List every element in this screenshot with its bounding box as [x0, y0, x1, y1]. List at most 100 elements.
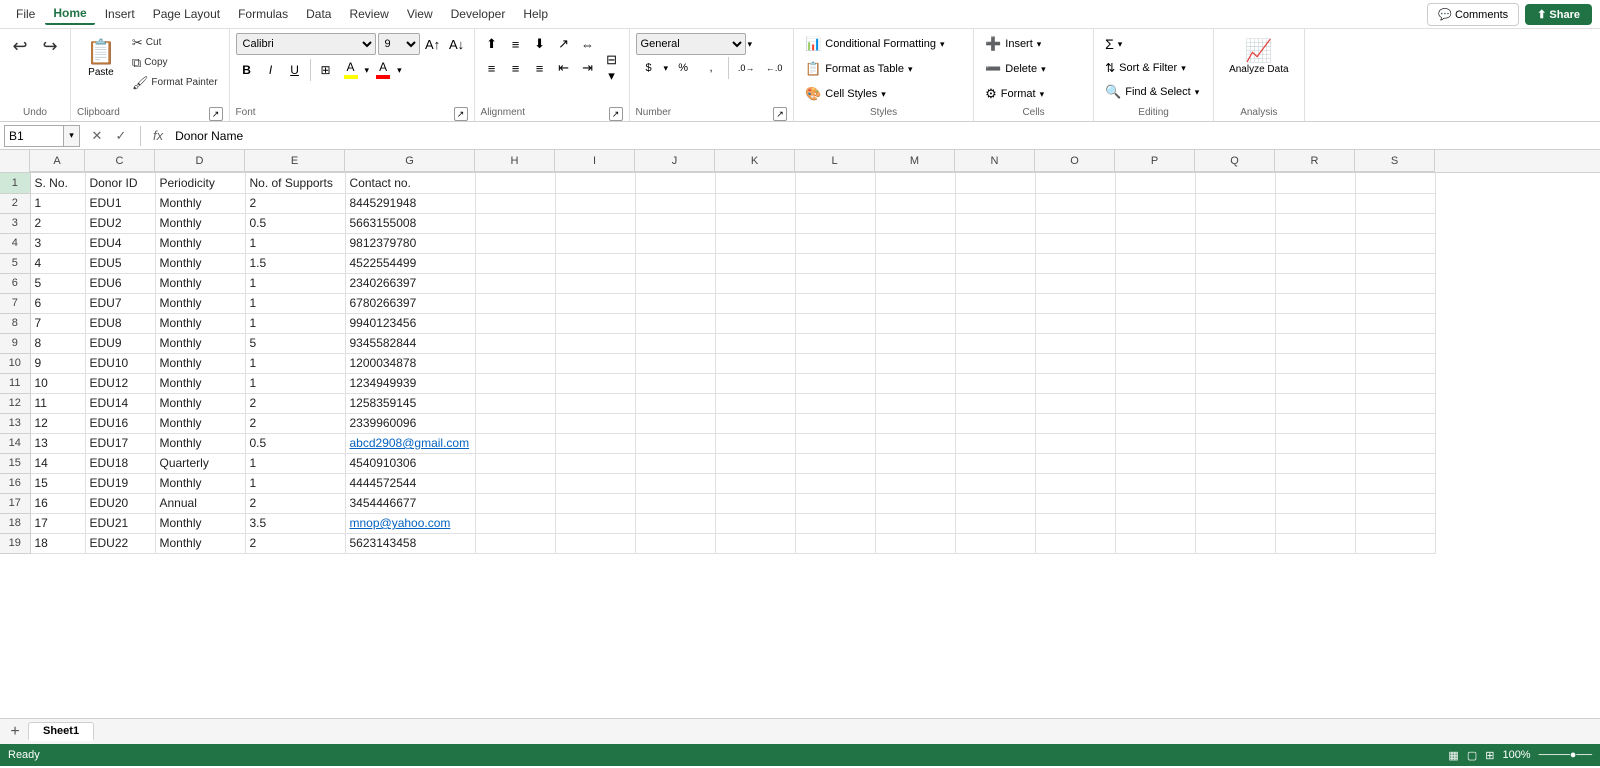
cut-button[interactable]: ✂ Cut [127, 33, 223, 52]
cell-C8[interactable]: EDU8 [85, 313, 155, 333]
cell-D18[interactable]: Monthly [155, 513, 245, 533]
cell-G10[interactable]: 1200034878 [345, 353, 475, 373]
col-header-m[interactable]: M [875, 150, 955, 172]
cell-G4[interactable]: 9812379780 [345, 233, 475, 253]
cell-A17[interactable]: 16 [30, 493, 85, 513]
cell-G19[interactable]: 5623143458 [345, 533, 475, 553]
status-view-normal[interactable]: ▦ [1448, 749, 1458, 762]
empty-cell[interactable] [875, 193, 955, 213]
menu-item-insert[interactable]: Insert [97, 4, 143, 24]
add-sheet-button[interactable]: + [4, 721, 26, 743]
format-as-table-button[interactable]: 📋 Format as Table ▾ [800, 58, 917, 80]
empty-cell[interactable] [1195, 533, 1275, 553]
cell-G18[interactable]: mnop@yahoo.com [345, 513, 475, 533]
font-expand-button[interactable]: ↗ [454, 107, 468, 121]
empty-cell[interactable] [1195, 293, 1275, 313]
cell-ref-dropdown[interactable]: ▾ [64, 125, 80, 147]
empty-cell[interactable] [1195, 393, 1275, 413]
find-select-button[interactable]: 🔍 Find & Select ▾ [1100, 81, 1204, 103]
empty-cell[interactable] [1035, 193, 1115, 213]
empty-cell[interactable] [1275, 493, 1355, 513]
empty-cell[interactable] [875, 253, 955, 273]
empty-cell[interactable] [1035, 453, 1115, 473]
empty-cell[interactable] [715, 253, 795, 273]
empty-cell[interactable] [715, 393, 795, 413]
empty-cell[interactable] [875, 513, 955, 533]
insert-dropdown[interactable]: ▾ [1037, 39, 1042, 50]
menu-item-page-layout[interactable]: Page Layout [145, 4, 228, 24]
cell-D6[interactable]: Monthly [155, 273, 245, 293]
header-cell-E[interactable]: No. of Supports [245, 173, 345, 193]
empty-cell[interactable] [555, 453, 635, 473]
empty-cell[interactable] [1275, 293, 1355, 313]
empty-cell[interactable] [875, 313, 955, 333]
empty-cell[interactable] [1195, 473, 1275, 493]
cell-G7[interactable]: 6780266397 [345, 293, 475, 313]
delete-button[interactable]: ➖ Delete ▾ [980, 58, 1051, 80]
cell-E3[interactable]: 0.5 [245, 213, 345, 233]
empty-cell[interactable] [715, 293, 795, 313]
share-button[interactable]: ⬆ Share [1525, 4, 1592, 25]
empty-cell[interactable] [1115, 233, 1195, 253]
empty-header-cell[interactable] [795, 173, 875, 193]
empty-cell[interactable] [715, 373, 795, 393]
empty-cell[interactable] [875, 293, 955, 313]
empty-cell[interactable] [875, 273, 955, 293]
empty-cell[interactable] [635, 393, 715, 413]
empty-cell[interactable] [555, 313, 635, 333]
empty-cell[interactable] [955, 293, 1035, 313]
empty-cell[interactable] [715, 453, 795, 473]
cancel-formula-button[interactable]: ✕ [86, 125, 108, 147]
dollar-dropdown[interactable]: ▾ [664, 63, 669, 74]
empty-cell[interactable] [1115, 413, 1195, 433]
empty-header-cell[interactable] [1195, 173, 1275, 193]
empty-cell[interactable] [1115, 433, 1195, 453]
empty-cell[interactable] [715, 473, 795, 493]
empty-cell[interactable] [1115, 273, 1195, 293]
empty-cell[interactable] [475, 453, 555, 473]
empty-cell[interactable] [1035, 233, 1115, 253]
empty-cell[interactable] [875, 533, 955, 553]
col-header-k[interactable]: K [715, 150, 795, 172]
empty-cell[interactable] [475, 333, 555, 353]
empty-cell[interactable] [635, 213, 715, 233]
center-align-button[interactable]: ≡ [505, 57, 527, 79]
row-num-18[interactable]: 18 [0, 513, 30, 533]
empty-cell[interactable] [1115, 293, 1195, 313]
empty-cell[interactable] [1115, 453, 1195, 473]
empty-cell[interactable] [795, 193, 875, 213]
empty-cell[interactable] [715, 213, 795, 233]
empty-cell[interactable] [475, 313, 555, 333]
cell-D10[interactable]: Monthly [155, 353, 245, 373]
insert-button[interactable]: ➕ Insert ▾ [980, 33, 1046, 55]
percent-button[interactable]: % [670, 57, 696, 79]
left-align-button[interactable]: ≡ [481, 57, 503, 79]
empty-cell[interactable] [875, 233, 955, 253]
empty-cell[interactable] [1355, 193, 1435, 213]
col-header-j[interactable]: J [635, 150, 715, 172]
orientation-button[interactable]: ↗ [553, 33, 575, 55]
empty-cell[interactable] [955, 193, 1035, 213]
empty-header-cell[interactable] [1035, 173, 1115, 193]
empty-cell[interactable] [1195, 213, 1275, 233]
empty-cell[interactable] [475, 273, 555, 293]
comma-button[interactable]: , [698, 57, 724, 79]
empty-cell[interactable] [1355, 493, 1435, 513]
cell-C6[interactable]: EDU6 [85, 273, 155, 293]
cell-E6[interactable]: 1 [245, 273, 345, 293]
cell-E13[interactable]: 2 [245, 413, 345, 433]
empty-cell[interactable] [1035, 413, 1115, 433]
cell-A7[interactable]: 6 [30, 293, 85, 313]
empty-cell[interactable] [875, 493, 955, 513]
empty-cell[interactable] [795, 213, 875, 233]
empty-cell[interactable] [1115, 493, 1195, 513]
empty-cell[interactable] [475, 233, 555, 253]
cell-G13[interactable]: 2339960096 [345, 413, 475, 433]
row-num-13[interactable]: 13 [0, 413, 30, 433]
cell-C15[interactable]: EDU18 [85, 453, 155, 473]
empty-cell[interactable] [555, 333, 635, 353]
empty-cell[interactable] [795, 473, 875, 493]
empty-cell[interactable] [715, 233, 795, 253]
row-num-1[interactable]: 1 [0, 173, 30, 193]
col-header-i[interactable]: I [555, 150, 635, 172]
